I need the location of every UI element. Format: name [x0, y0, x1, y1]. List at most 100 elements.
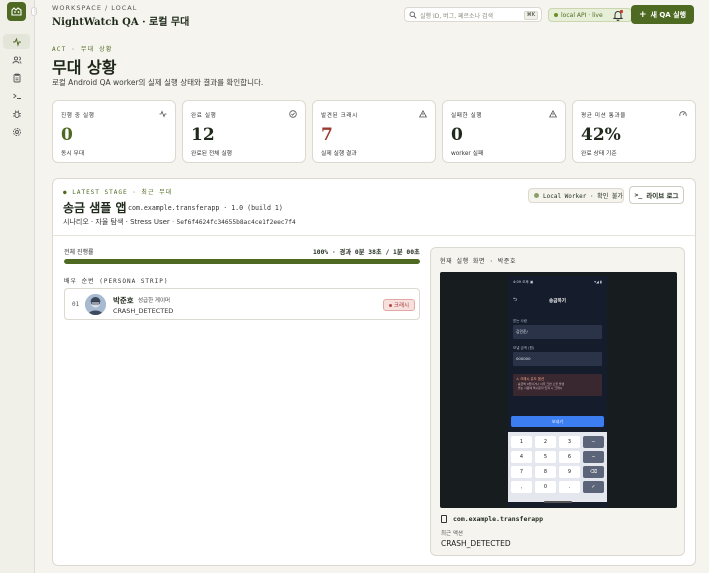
device-key[interactable]: 6 — [559, 451, 580, 463]
device-key[interactable]: 3 — [559, 436, 580, 448]
stage-eyebrow: ● LATEST STAGE · 최근 무대 — [63, 189, 173, 196]
search-icon — [409, 11, 417, 19]
device-field1: 김민준/ — [513, 325, 602, 339]
stat-caption: worker 실패 — [451, 151, 484, 157]
live-log-button[interactable]: >_ 라이브 로그 — [629, 186, 684, 204]
new-qa-run-label: 새 QA 실행 — [650, 10, 687, 19]
recent-action-label: 최근 액션 — [441, 531, 463, 537]
stat-caption: 완료된 전체 실행 — [191, 151, 233, 157]
stat-value: 0 — [451, 125, 463, 145]
device-key[interactable]: . — [559, 481, 580, 493]
stage-eyebrow-text: LATEST STAGE · 최근 무대 — [72, 189, 173, 196]
stage-divider — [53, 235, 695, 236]
recent-action-value: CRASH_DETECTED — [441, 539, 511, 548]
stat-label: 발견된 크래시 — [321, 113, 358, 119]
device-send-button[interactable]: 보내기 — [511, 416, 604, 427]
stage-scenario-meta: 시나리오 · 자율 탐색 · Stress User · 5ef6f4624fc… — [63, 218, 296, 226]
notification-bell-icon[interactable] — [611, 8, 625, 22]
page-subtitle: 로컬 Android QA worker의 실제 실행 상태와 결과를 확인합니… — [52, 78, 264, 87]
device-key[interactable]: 1 — [511, 436, 532, 448]
actor-row[interactable]: 01 박준호 성급한 게이머 CRASH_DETECTED 크래시 — [64, 288, 420, 320]
progress-label: 전체 진행률 — [64, 249, 94, 256]
device-home-indicator — [544, 501, 572, 503]
stat-value: 42% — [581, 125, 621, 145]
device-key[interactable]: 5 — [535, 451, 556, 463]
stat-value: 0 — [61, 125, 73, 145]
gauge-icon — [679, 111, 687, 117]
device-field1-label: 받는 사람 — [513, 319, 527, 323]
device-warning-box: ⚠ 크래시 유도 옵션 · 송금액 0원이거나 너무 크면 오류 발생 · 받는… — [513, 374, 602, 396]
stat-value: 12 — [191, 125, 215, 145]
search-shortcut: ⌘K — [523, 11, 538, 20]
page-eyebrow: ACT · 무대 상황 — [52, 46, 113, 53]
status-bar-icons: ▾◢ ▮ — [594, 280, 602, 284]
page-title: 무대 상황 — [52, 58, 117, 77]
breadcrumb: WORKSPACE / LOCAL — [52, 4, 138, 12]
stat-value: 7 — [321, 125, 333, 145]
live-log-label: 라이브 로그 — [646, 192, 679, 200]
avatar — [85, 294, 106, 315]
stat-card-crashes: 발견된 크래시 7 실제 실행 결과 — [312, 100, 436, 163]
search-input[interactable]: 실행 ID, 버그, 페르소나 검색 ⌘K — [404, 7, 542, 22]
screen-label: 현재 실행 화면 · 박준호 — [440, 258, 517, 265]
device-key[interactable]: 0 — [535, 481, 556, 493]
screen-package: com.example.transferapp — [453, 515, 544, 523]
nav-personas-icon[interactable] — [3, 52, 30, 67]
search-placeholder: 실행 ID, 버그, 페르소나 검색 — [420, 13, 494, 20]
device-field2-label: 보낼 금액 (원) — [513, 346, 535, 350]
crash-badge: 크래시 — [383, 299, 415, 311]
device-field2: 000000 — [513, 352, 602, 366]
actor-role: 성급한 게이머 — [138, 298, 171, 304]
stat-card-pass-rate: 평균 미션 통과율 42% 완료 상태 기준 — [572, 100, 696, 163]
left-rail: ⋮ — [0, 0, 38, 573]
warning-icon — [549, 110, 557, 118]
device-warning-title: ⚠ 크래시 유도 옵션 — [516, 377, 545, 381]
workspace-title: NightWatch QA · 로컬 무대 — [52, 17, 190, 28]
app-logo-icon[interactable] — [7, 2, 26, 21]
phone-screen: 4:09 오후 ▣ ▾◢ ▮ ⮌ 송금하기 받는 사람 김민준/ 보낼 금액 (… — [508, 276, 607, 507]
actor-order-label: 배우 순번 (PERSONA STRIP) — [64, 278, 169, 285]
stage-scenario: 시나리오 · 자율 탐색 · Stress User — [63, 218, 170, 226]
top-header: WORKSPACE / LOCAL NightWatch QA · 로컬 무대 … — [35, 0, 709, 30]
warning-icon — [419, 110, 427, 118]
nav-scenarios-icon[interactable] — [3, 70, 30, 85]
device-key[interactable]: − — [583, 436, 604, 448]
device-key[interactable]: 4 — [511, 451, 532, 463]
check-circle-icon — [289, 110, 297, 118]
terminal-icon: >_ — [634, 191, 643, 199]
stat-label: 진행 중 실행 — [61, 113, 95, 119]
progress-bar — [64, 259, 420, 264]
stat-card-completed: 완료 실행 12 완료된 전체 실행 — [182, 100, 306, 163]
device-screen-title: 송금하기 — [549, 299, 566, 304]
actor-status: CRASH_DETECTED — [113, 307, 174, 315]
nav-bugs-icon[interactable] — [3, 106, 30, 121]
stat-label: 완료 실행 — [191, 113, 217, 119]
stage-package-version: com.example.transferapp · 1.0 (build 1) — [128, 204, 283, 212]
stat-caption: 실제 실행 결과 — [321, 151, 357, 157]
latest-stage-panel: ● LATEST STAGE · 최근 무대 송금 샘플 앱 com.examp… — [52, 178, 696, 566]
new-qa-run-button[interactable]: + 새 QA 실행 — [631, 5, 694, 24]
stat-card-running: 진행 중 실행 0 동시 무대 — [52, 100, 176, 163]
stat-label: 실패한 실행 — [451, 113, 483, 119]
device-key[interactable]: 8 — [535, 466, 556, 478]
nav-stage-icon[interactable] — [3, 34, 30, 49]
nav-settings-icon[interactable] — [3, 124, 30, 139]
device-key[interactable]: , — [511, 481, 532, 493]
device-key[interactable]: ⌣ — [583, 451, 604, 463]
plus-icon: + — [638, 9, 647, 20]
stat-card-failed: 실패한 실행 0 worker 실패 — [442, 100, 566, 163]
device-key[interactable]: 9 — [559, 466, 580, 478]
activity-icon — [159, 110, 167, 118]
device-key[interactable]: 7 — [511, 466, 532, 478]
stage-app-name: 송금 샘플 앱 — [63, 201, 127, 215]
actor-index: 01 — [72, 301, 80, 308]
current-screen-panel: 현재 실행 화면 · 박준호 4:09 오후 ▣ ▾◢ ▮ ⮌ 송금하기 받는 … — [430, 247, 685, 556]
device-keypad: 1 2 3− 4 5 6 ⌣ 7 8 9 ⌫, 0. ✓ — [508, 432, 607, 502]
phone-icon — [441, 515, 447, 523]
stage-run-id: 5ef6f4624fc34655b8ac4ce1f2eec7f4 — [176, 219, 296, 226]
device-key[interactable]: ✓ — [583, 481, 604, 493]
device-key[interactable]: 2 — [535, 436, 556, 448]
device-screenshot: 4:09 오후 ▣ ▾◢ ▮ ⮌ 송금하기 받는 사람 김민준/ 보낼 금액 (… — [440, 272, 677, 508]
device-key[interactable]: ⌫ — [583, 466, 604, 478]
nav-logs-icon[interactable] — [3, 88, 30, 103]
